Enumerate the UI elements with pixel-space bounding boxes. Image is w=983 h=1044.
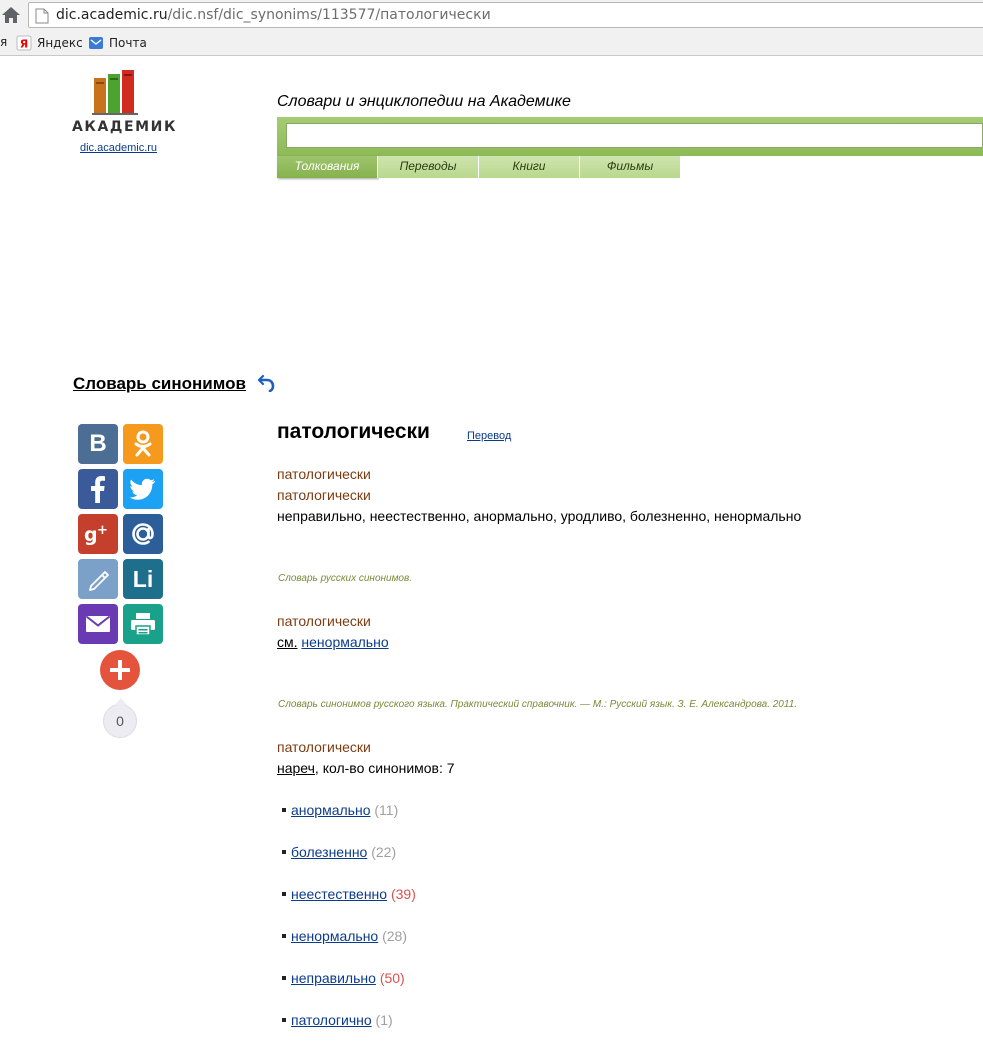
list-item: болезненно (22) [282, 844, 396, 860]
synonym-link[interactable]: неправильно [291, 970, 376, 986]
entry-headword: патологически [277, 466, 371, 482]
bookmark-yandex[interactable]: Я Яндекс [16, 35, 83, 51]
list-item: анормально (11) [282, 802, 398, 818]
bookmark-label: Почта [109, 36, 147, 50]
url-path: /dic.nsf/dic_synonims/113577/патологичес… [167, 7, 491, 23]
mail-icon [89, 37, 103, 49]
mailru-share-button[interactable] [123, 514, 163, 554]
tab-definitions[interactable]: Толкования [277, 156, 378, 178]
url-text: dic.academic.ru/dic.nsf/dic_synonims/113… [56, 7, 491, 23]
livejournal-icon: Li [132, 565, 154, 592]
browser-chrome: dic.academic.ru/dic.nsf/dic_synonims/113… [0, 0, 983, 56]
at-sign-icon [132, 523, 154, 545]
synonym-link[interactable]: ненормально [291, 928, 378, 944]
synonym-count-text: , кол-во синонимов: 7 [314, 760, 455, 776]
list-item: неправильно (50) [282, 970, 405, 986]
bookmark-label: Яндекс [37, 36, 83, 50]
synonym-count: (50) [379, 970, 405, 986]
blogger-share-button[interactable] [78, 559, 118, 599]
translate-link[interactable]: Перевод [467, 430, 511, 442]
home-link[interactable]: dic.academic.ru [80, 142, 157, 154]
bullet-icon [282, 850, 286, 855]
tab-translations[interactable]: Переводы [378, 156, 479, 178]
odnoklassniki-icon [134, 430, 152, 457]
url-host: dic.academic.ru [56, 7, 168, 23]
page-title: патологически [277, 420, 430, 443]
part-of-speech-link[interactable]: нареч [277, 760, 315, 776]
twitter-share-button[interactable] [123, 469, 163, 509]
vk-icon: В [89, 430, 107, 457]
entry-headword: патологически [277, 739, 371, 755]
googleplus-share-button[interactable]: g + [78, 514, 118, 554]
synonym-link[interactable]: неестественно [291, 886, 387, 902]
site-title: Словари и энциклопедии на Академике [277, 93, 571, 110]
see-also-link[interactable]: ненормально [301, 634, 388, 650]
twitter-icon [130, 478, 155, 500]
odnoklassniki-share-button[interactable] [123, 424, 163, 464]
facebook-icon [91, 476, 105, 503]
facebook-share-button[interactable] [78, 469, 118, 509]
googleplus-icon: g + [84, 523, 108, 546]
page-icon [35, 8, 49, 24]
entry-headword: патологически [277, 613, 371, 629]
printer-icon [131, 613, 155, 636]
email-share-button[interactable] [78, 604, 118, 644]
list-item: патологично (1) [282, 1012, 393, 1028]
logo-text: АКАДЕМИК [72, 119, 178, 135]
svg-text:Я: Я [20, 38, 28, 51]
bullet-icon [282, 1018, 286, 1023]
home-icon[interactable] [0, 3, 22, 27]
search-box [277, 117, 983, 156]
bullet-icon [282, 892, 286, 897]
synonym-link[interactable]: болезненно [291, 844, 367, 860]
tab-films[interactable]: Фильмы [580, 156, 681, 178]
more-share-button[interactable] [100, 650, 140, 690]
dictionary-link[interactable]: Словарь синонимов [73, 374, 246, 394]
bookmark-mail[interactable]: Почта [88, 35, 147, 51]
back-arrow-icon[interactable] [258, 372, 276, 392]
synonym-count: (11) [374, 802, 399, 818]
synonym-count: (28) [382, 928, 408, 944]
synonym-count: (22) [371, 844, 397, 860]
svg-text:+: + [97, 523, 108, 538]
books-logo-icon [92, 70, 138, 115]
print-button[interactable] [123, 604, 163, 644]
search-tabs: Толкования Переводы Книги Фильмы [277, 156, 681, 178]
entry-see-also: см. ненормально [277, 634, 389, 650]
envelope-icon [85, 615, 111, 632]
entry-source: Словарь русских синонимов. [278, 573, 412, 584]
svg-text:g: g [84, 524, 98, 546]
list-item: неестественно (39) [282, 886, 416, 902]
search-input[interactable] [286, 123, 983, 148]
bullet-icon [282, 808, 286, 813]
bullet-icon [282, 976, 286, 981]
academic-logo[interactable]: АКАДЕМИК [72, 68, 178, 135]
entry-source: Словарь синонимов русского языка. Практи… [278, 699, 798, 710]
bookmark-label: я [0, 35, 8, 49]
synonym-link[interactable]: патологично [291, 1012, 372, 1028]
tab-books[interactable]: Книги [479, 156, 580, 178]
bookmark-partial[interactable]: я [0, 35, 7, 49]
pencil-icon [89, 571, 109, 591]
bullet-icon [282, 934, 286, 939]
list-item: ненормально (28) [282, 928, 407, 944]
yandex-icon: Я [16, 35, 32, 51]
synonym-count: (39) [390, 886, 416, 902]
synonym-link[interactable]: анормально [291, 802, 370, 818]
livejournal-share-button[interactable]: Li [123, 559, 163, 599]
see-abbr-link[interactable]: см. [277, 634, 298, 650]
entry-headword: патологически [277, 487, 371, 503]
entry-pos-line: нареч, кол-во синонимов: 7 [277, 760, 455, 776]
synonym-count: (1) [375, 1012, 393, 1028]
plus-icon [110, 660, 130, 680]
entry-definition: неправильно, неестественно, анормально, … [277, 508, 802, 524]
vk-share-button[interactable]: В [78, 424, 118, 464]
address-bar[interactable]: dic.academic.ru/dic.nsf/dic_synonims/113… [28, 2, 983, 28]
share-counter: 0 [103, 698, 137, 738]
bookmarks-bar: я Я Яндекс Почта [0, 31, 983, 55]
